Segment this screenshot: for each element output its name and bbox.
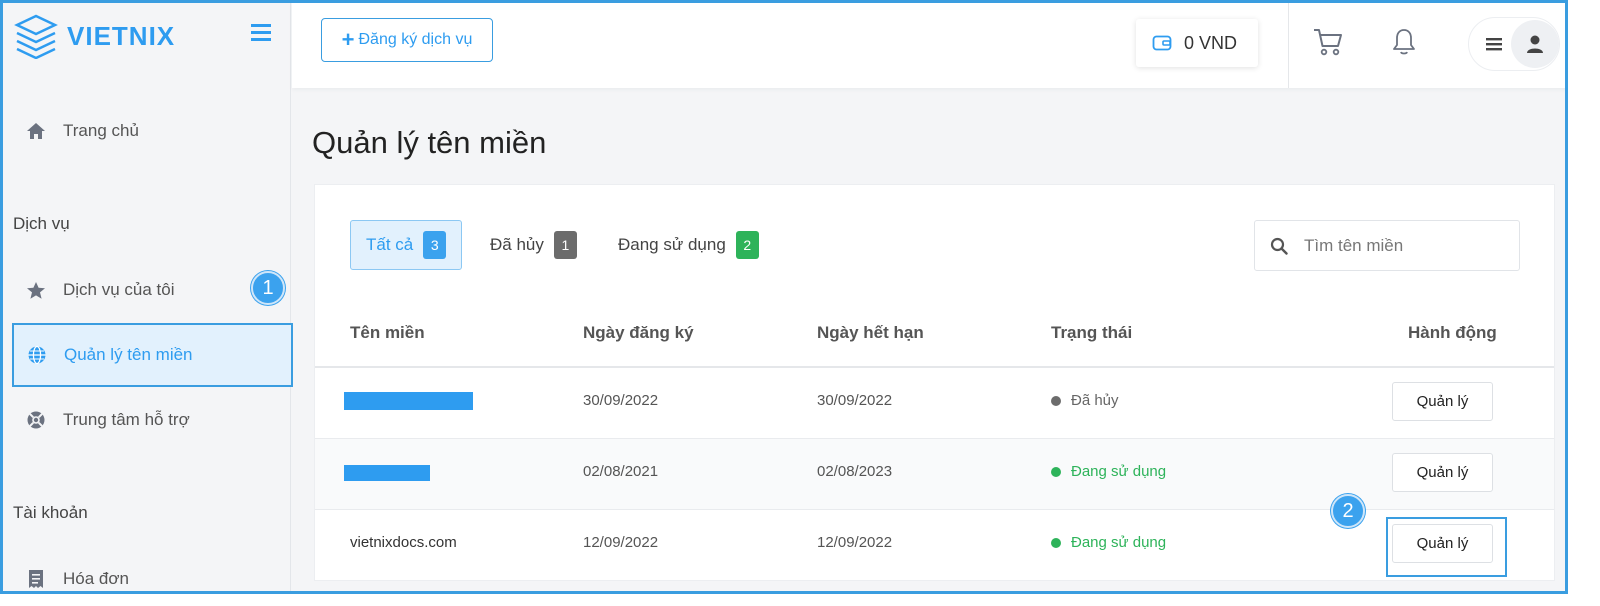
page-title: Quản lý tên miền xyxy=(312,125,547,160)
status-badge: Đang sử dụng xyxy=(1051,534,1166,551)
star-icon xyxy=(13,281,51,300)
status-text: Đang sử dụng xyxy=(1071,534,1167,551)
column-header-status: Trạng thái xyxy=(1051,323,1133,342)
menu-icon xyxy=(251,24,271,41)
globe-icon xyxy=(14,345,52,365)
sidebar-item-invoices[interactable]: Hóa đơn xyxy=(13,548,293,591)
bell-icon xyxy=(1393,29,1415,55)
cart-button[interactable] xyxy=(1312,27,1344,62)
expiry-date: 12/09/2022 xyxy=(817,534,893,551)
tab-all[interactable]: Tất cả 3 xyxy=(350,220,463,270)
table-row: 02/08/2021 02/08/2023 Đang sử dụng Quản … xyxy=(315,438,1554,509)
tab-count-badge: 2 xyxy=(735,231,759,259)
section-title-account: Tài khoản xyxy=(13,503,88,522)
status-badge: Đã hủy xyxy=(1051,392,1119,409)
sidebar-item-home[interactable]: Trang chủ xyxy=(13,100,293,162)
step-badge-2: 2 xyxy=(1331,494,1365,528)
status-badge: Đang sử dụng xyxy=(1051,463,1166,480)
sidebar-item-support[interactable]: Trung tâm hỗ trợ xyxy=(13,389,293,451)
column-header-registered: Ngày đăng ký xyxy=(583,323,694,342)
manage-button[interactable]: Quản lý xyxy=(1392,382,1493,421)
topbar-divider xyxy=(1288,3,1289,88)
search-icon xyxy=(1270,237,1288,255)
wallet-balance[interactable]: 0 VND xyxy=(1136,19,1258,67)
registered-date: 12/09/2022 xyxy=(583,534,659,551)
logo-icon xyxy=(14,14,58,59)
redacted-domain xyxy=(344,465,430,481)
search-input[interactable] xyxy=(1304,235,1504,256)
manage-button[interactable]: Quản lý xyxy=(1392,453,1493,492)
section-title-services: Dịch vụ xyxy=(13,214,70,233)
status-dot xyxy=(1051,537,1061,548)
register-service-button[interactable]: + Đăng ký dịch vụ xyxy=(321,18,493,62)
status-text: Đang sử dụng xyxy=(1071,463,1167,480)
status-dot xyxy=(1051,466,1061,477)
step-badge-1: 1 xyxy=(251,271,285,305)
sidebar-item-label: Dịch vụ của tôi xyxy=(63,280,175,299)
home-icon xyxy=(13,122,51,140)
expiry-date: 02/08/2023 xyxy=(817,463,893,480)
menu-icon xyxy=(1486,38,1502,51)
registered-date: 30/09/2022 xyxy=(583,392,659,409)
column-header-action: Hành động xyxy=(1408,323,1497,342)
tab-count-badge: 3 xyxy=(423,231,447,259)
expiry-date: 30/09/2022 xyxy=(817,392,893,409)
redacted-domain xyxy=(344,392,473,410)
sidebar: VIETNIX Trang chủ Dịch vụ Dịch vụ của tô… xyxy=(3,3,293,591)
manage-button[interactable]: Quản lý xyxy=(1392,524,1493,563)
tab-in-use[interactable]: Đang sử dụng 2 xyxy=(618,220,759,270)
domains-card: Tất cả 3 Đã hủy 1 Đang sử dụng 2 Tên miề… xyxy=(314,184,1555,581)
avatar xyxy=(1511,20,1559,68)
wallet-icon xyxy=(1152,35,1172,51)
notifications-button[interactable] xyxy=(1391,27,1417,62)
sidebar-item-domains[interactable]: Quản lý tên miền xyxy=(12,323,293,387)
column-header-expires: Ngày hết hạn xyxy=(817,323,924,342)
status-dot xyxy=(1051,395,1061,406)
column-header-domain: Tên miền xyxy=(350,323,425,342)
user-menu-button[interactable] xyxy=(1468,17,1560,71)
tab-count-badge: 1 xyxy=(553,231,577,259)
sidebar-item-label: Trang chủ xyxy=(63,121,139,140)
tab-label: Đang sử dụng xyxy=(618,235,726,254)
wallet-amount: 0 VND xyxy=(1184,32,1238,53)
brand-logo[interactable]: VIETNIX xyxy=(13,11,193,61)
user-icon xyxy=(1527,35,1543,53)
table-row: 30/09/2022 30/09/2022 Đã hủy Quản lý xyxy=(315,366,1554,437)
receipt-icon xyxy=(13,569,51,589)
cart-icon xyxy=(1314,29,1342,56)
domain-search[interactable] xyxy=(1254,220,1520,271)
tab-label: Tất cả xyxy=(366,235,414,254)
sidebar-item-label: Quản lý tên miền xyxy=(64,345,193,364)
sidebar-item-label: Trung tâm hỗ trợ xyxy=(63,410,190,429)
tab-label: Đã hủy xyxy=(490,235,544,254)
tab-cancelled[interactable]: Đã hủy 1 xyxy=(490,220,577,270)
app-window: VIETNIX Trang chủ Dịch vụ Dịch vụ của tô… xyxy=(0,0,1568,594)
domain-name[interactable]: vietnixdocs.com xyxy=(350,534,457,551)
lifebuoy-icon xyxy=(13,410,51,430)
sidebar-item-label: Hóa đơn xyxy=(63,569,129,588)
brand-name: VIETNIX xyxy=(67,20,176,51)
topbar: + Đăng ký dịch vụ 0 VND xyxy=(292,3,1565,88)
status-text: Đã hủy xyxy=(1071,392,1119,409)
plus-icon: + xyxy=(341,27,355,52)
register-service-label: Đăng ký dịch vụ xyxy=(358,31,473,48)
table-row: vietnixdocs.com 12/09/2022 12/09/2022 Đa… xyxy=(315,509,1554,580)
registered-date: 02/08/2021 xyxy=(583,463,659,480)
sidebar-toggle-button[interactable] xyxy=(249,21,273,48)
